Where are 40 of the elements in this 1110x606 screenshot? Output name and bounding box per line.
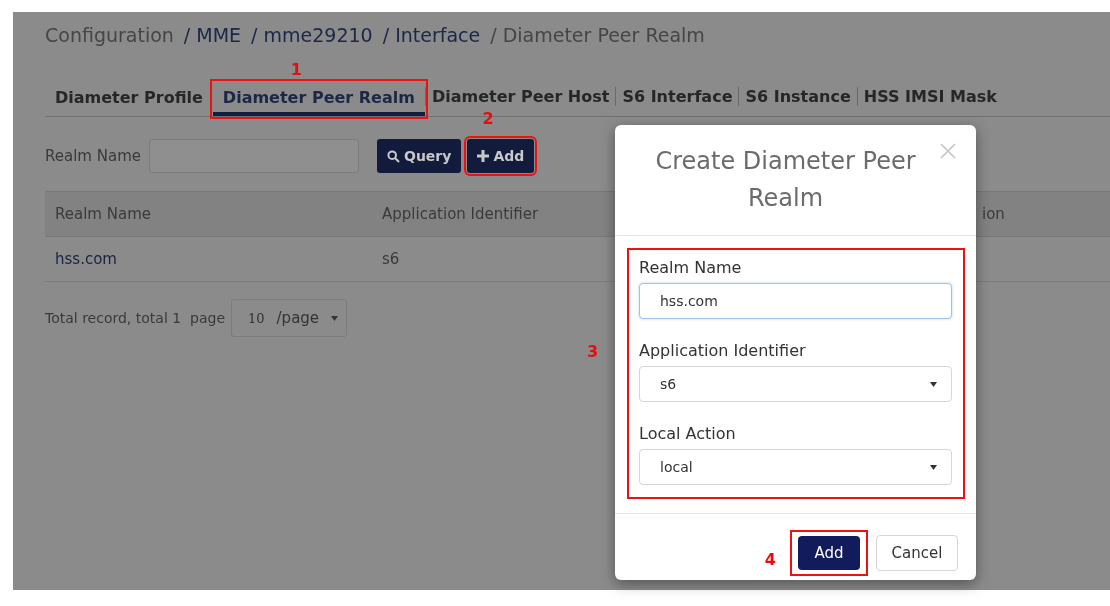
close-icon[interactable] bbox=[940, 143, 956, 159]
callout-number: 3 bbox=[587, 342, 599, 361]
breadcrumb-item: Configuration bbox=[45, 24, 174, 46]
callout-number: 2 bbox=[482, 109, 494, 128]
dialog-title: Create Diameter Peer Realm bbox=[655, 147, 916, 212]
tab[interactable]: Diameter Peer Host bbox=[424, 87, 616, 106]
cancel-button[interactable]: Cancel bbox=[876, 535, 958, 571]
field-label: Realm Name bbox=[639, 258, 743, 277]
tab[interactable]: Diameter Profile bbox=[45, 82, 213, 116]
add-button[interactable]: Add bbox=[467, 139, 535, 173]
breadcrumb-link[interactable]: / Interface bbox=[382, 24, 481, 46]
tab[interactable]: HSS IMSI Mask bbox=[856, 87, 1003, 106]
plus-icon bbox=[477, 150, 490, 162]
table-cell: hss.com bbox=[55, 250, 117, 268]
select-field[interactable]: local bbox=[639, 449, 952, 485]
caret-icon bbox=[331, 315, 339, 321]
tab[interactable]: Diameter Peer Realm bbox=[212, 82, 425, 116]
callout-number: 4 bbox=[764, 549, 776, 569]
column-header: Realm Name bbox=[55, 205, 151, 223]
column-header: Application Identifier bbox=[382, 205, 539, 223]
pagination-text: Total record, total 1 page bbox=[45, 310, 225, 326]
query-button[interactable]: Query bbox=[377, 139, 462, 173]
page-size-select[interactable]: 10 /page bbox=[231, 299, 348, 337]
search-icon bbox=[387, 149, 400, 163]
table-cell: s6 bbox=[382, 250, 400, 268]
caret-icon bbox=[930, 464, 937, 470]
field-label: Realm Name bbox=[45, 147, 141, 165]
callout-number: 1 bbox=[290, 60, 302, 79]
add-button[interactable]: Add bbox=[798, 536, 860, 570]
column-header: ion bbox=[982, 205, 1005, 223]
caret-icon bbox=[930, 381, 937, 387]
field-label: Local Action bbox=[639, 424, 737, 443]
select-field[interactable]: s6 bbox=[639, 366, 952, 402]
tab[interactable]: S6 Instance bbox=[738, 87, 857, 106]
text-field[interactable]: hss.com bbox=[639, 283, 952, 319]
breadcrumb-link[interactable]: / MME bbox=[183, 24, 242, 46]
field-label: Application Identifier bbox=[639, 341, 807, 360]
breadcrumb-item: / Diameter Peer Realm bbox=[490, 24, 705, 46]
breadcrumb-link[interactable]: / mme29210 bbox=[251, 24, 373, 46]
tab[interactable]: S6 Interface bbox=[615, 87, 739, 106]
